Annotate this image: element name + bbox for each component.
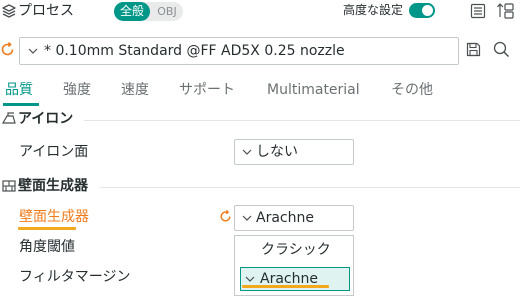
save-icon[interactable]	[466, 42, 481, 57]
section-divider	[84, 120, 520, 121]
search-icon[interactable]	[493, 41, 510, 58]
iron-icon	[2, 111, 16, 125]
scope-object-button[interactable]: OBJ	[152, 2, 182, 21]
chevron-down-icon	[28, 48, 38, 54]
chevron-down-icon	[245, 276, 255, 282]
filter-margin-label: フィルタマージン	[19, 269, 131, 285]
compare-icon[interactable]	[497, 2, 515, 20]
list-icon[interactable]	[470, 3, 486, 19]
advanced-settings-label: 高度な設定	[343, 3, 404, 17]
reset-icon[interactable]	[219, 210, 232, 223]
wall-generator-icon	[2, 180, 16, 192]
dropdown-option-classic[interactable]: クラシック	[235, 236, 353, 264]
tab-quality[interactable]: 品質	[5, 80, 33, 100]
section-title-wall-generator: 壁面生成器	[18, 178, 88, 194]
ironing-type-value: しない	[256, 144, 298, 160]
tab-multimaterial[interactable]: Multimaterial	[267, 80, 360, 100]
ironing-type-select[interactable]: しない	[234, 139, 354, 165]
preset-value: * 0.10mm Standard @FF AD5X 0.25 nozzle	[44, 43, 345, 59]
tab-strength[interactable]: 強度	[63, 80, 91, 100]
tab-speed[interactable]: 速度	[121, 80, 149, 100]
chevron-down-icon	[242, 215, 252, 221]
wall-generator-label: 壁面生成器	[19, 209, 89, 225]
ironing-type-label: アイロン面	[19, 144, 89, 160]
section-title-ironing: アイロン	[18, 111, 74, 127]
active-tab-indicator	[3, 103, 39, 106]
preset-select[interactable]: * 0.10mm Standard @FF AD5X 0.25 nozzle	[19, 37, 459, 65]
tab-support[interactable]: サポート	[179, 80, 235, 100]
wall-generator-select[interactable]: Arachne	[234, 205, 354, 231]
process-icon	[2, 4, 16, 18]
tab-others[interactable]: その他	[391, 80, 433, 100]
reset-icon[interactable]	[0, 42, 15, 57]
angle-threshold-label: 角度閾値	[19, 239, 75, 255]
chevron-down-icon	[242, 149, 252, 155]
panel-title: プロセス	[18, 3, 74, 19]
search-highlight-underline	[242, 285, 329, 288]
scope-toggle[interactable]: 全般 OBJ	[114, 2, 183, 21]
wall-generator-value: Arachne	[256, 210, 314, 226]
search-highlight-underline	[18, 227, 76, 230]
advanced-settings-toggle[interactable]	[409, 3, 435, 18]
section-divider	[100, 187, 520, 188]
scope-global-button[interactable]: 全般	[114, 2, 150, 21]
